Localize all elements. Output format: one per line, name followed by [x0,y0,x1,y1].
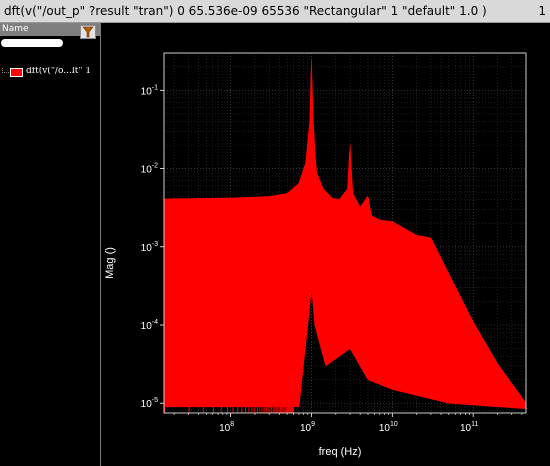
spectrum-area [164,59,526,409]
x-tick-label: 109 [300,421,315,434]
harmonic-peak [346,143,355,208]
y-tick-label: 10-4 [141,319,158,332]
window-title: dft(v("/out_p" ?result "tran") 0 65.536e… [4,4,487,18]
tree-connector [2,67,9,73]
x-tick-label: 1011 [460,421,478,434]
window-title-bar: dft(v("/out_p" ?result "tran") 0 65.536e… [0,0,550,23]
y-tick-label: 10-3 [141,241,158,254]
trace-browser-panel: Name dft(v("/o...lt" 1 [0,23,101,466]
plot-marks [164,59,526,413]
filter-button[interactable] [80,25,96,39]
x-tick-label: 1010 [379,421,398,434]
y-tick-label: 10-1 [141,84,158,97]
funnel-icon [82,26,94,38]
x-tick-label: 108 [219,421,234,434]
window-number: 1 [538,4,546,18]
trace-item-label: dft(v("/o...lt" 1 [26,67,92,76]
y-axis-label: Mag () [104,247,116,279]
dft-magnitude-plot[interactable]: 108 109 1010 1011 10-1 10-2 10-3 10-4 10-5 freq … [101,23,550,466]
trace-search-input[interactable] [1,39,63,47]
trace-item[interactable]: dft(v("/o...lt" 1 [2,67,100,79]
y-tick-label: 10-5 [141,397,158,410]
x-axis-label: freq (Hz) [319,446,362,458]
trace-color-swatch [10,68,23,77]
y-tick-label: 10-2 [141,163,158,176]
